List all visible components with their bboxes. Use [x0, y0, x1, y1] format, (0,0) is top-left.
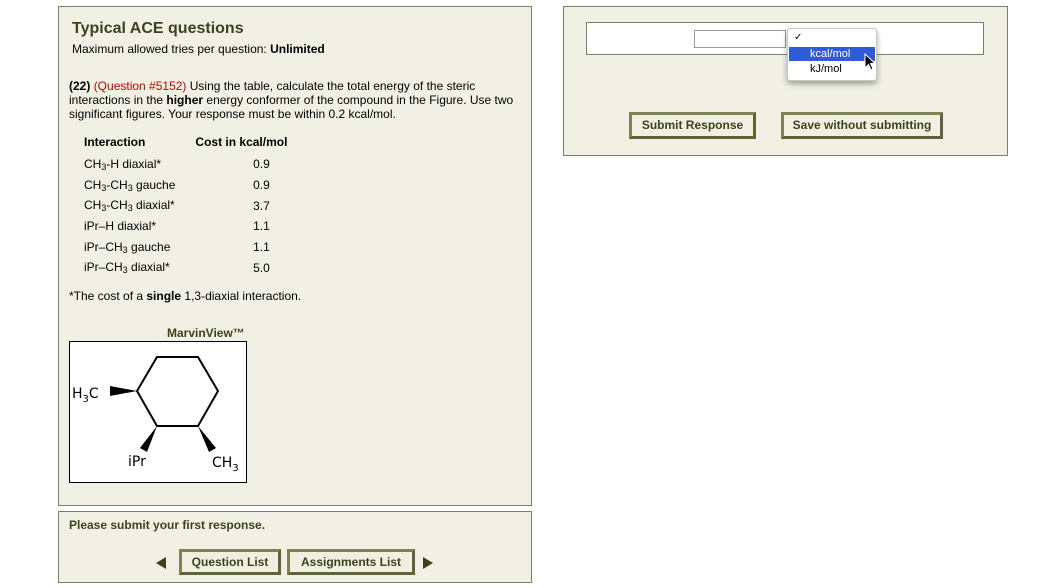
table-header-row: Interaction Cost in kcal/mol — [84, 135, 287, 154]
table-row: iPr–CH3 gauche 1.1 — [84, 237, 287, 258]
status-message: Please submit your first response. — [69, 518, 266, 532]
table-row: CH3-CH3 gauche 0.9 — [84, 175, 287, 196]
next-arrow-icon[interactable] — [423, 557, 433, 569]
interaction-cost: 1.1 — [253, 240, 270, 255]
cyclohexane-structure: H3C iPr CH3 — [72, 356, 239, 474]
molecule-viewer[interactable]: H3C iPr CH3 — [69, 341, 247, 483]
interaction-cost-table: Interaction Cost in kcal/mol CH3-H diaxi… — [84, 135, 287, 278]
mouse-pointer-icon — [864, 53, 876, 71]
ring — [135, 356, 220, 427]
navigation-bar: Question List Assignments List — [59, 543, 531, 582]
column-header-interaction: Interaction — [84, 135, 146, 149]
answer-area — [586, 22, 984, 55]
interaction-cost: 1.1 — [253, 219, 270, 234]
previous-arrow-icon[interactable] — [156, 557, 166, 569]
table-row: iPr–H diaxial* 1.1 — [84, 216, 287, 237]
submit-response-button[interactable]: Submit Response — [629, 112, 756, 139]
response-panel: Submit Response Save without submitting — [563, 6, 1008, 156]
interaction-cost: 5.0 — [253, 260, 270, 275]
table-row: CH3-CH3 diaxial* 3.7 — [84, 195, 287, 216]
question-number: (22) — [69, 79, 91, 93]
interaction-cost: 3.7 — [253, 198, 270, 213]
interaction-name: CH3-H diaxial* — [84, 156, 162, 172]
unit-option-kcal-mol[interactable]: kcal/mol — [789, 47, 875, 61]
interaction-name: CH3-CH3 diaxial* — [84, 198, 175, 214]
ipr-label: iPr — [128, 454, 146, 470]
interaction-name: iPr–CH3 diaxial* — [84, 260, 170, 276]
save-without-submitting-button[interactable]: Save without submitting — [781, 112, 943, 139]
assignments-list-button[interactable]: Assignments List — [287, 549, 415, 575]
max-tries-text: Maximum allowed tries per question: Unli… — [72, 42, 325, 56]
table-row: iPr–CH3 diaxial* 5.0 — [84, 257, 287, 278]
marvinview-label: MarvinView™ — [167, 326, 245, 340]
question-id: (Question #5152) — [93, 79, 187, 93]
wedge-bond-ipr — [140, 426, 157, 452]
interaction-cost: 0.9 — [253, 178, 270, 193]
status-panel: Please submit your first response. Quest… — [58, 511, 532, 583]
footnote: *The cost of a single 1,3-diaxial intera… — [69, 289, 302, 303]
page-title: Typical ACE questions — [72, 20, 244, 37]
table-row: CH3-H diaxial* 0.9 — [84, 154, 287, 175]
ch3-label: CH3 — [212, 455, 239, 474]
question-panel: Typical ACE questions Maximum allowed tr… — [58, 6, 532, 506]
answer-input[interactable] — [694, 30, 786, 48]
column-header-cost: Cost in kcal/mol — [195, 135, 288, 149]
interaction-cost: 0.9 — [253, 157, 270, 172]
interaction-name: iPr–CH3 gauche — [84, 239, 171, 255]
unit-option-kj-mol[interactable]: kJ/mol — [789, 62, 875, 76]
interaction-name: CH3-CH3 gauche — [84, 177, 176, 193]
max-tries-value: Unlimited — [270, 42, 325, 56]
question-text: (22) (Question #5152) Using the table, c… — [69, 79, 514, 121]
wedge-bond-ch3-right — [198, 426, 216, 452]
interaction-name: iPr–H diaxial* — [84, 218, 157, 233]
wedge-bond-ch3 — [110, 386, 137, 396]
h3c-label: H3C — [72, 386, 99, 405]
question-list-button[interactable]: Question List — [179, 549, 281, 575]
checkmark-icon: ✓ — [794, 32, 803, 43]
